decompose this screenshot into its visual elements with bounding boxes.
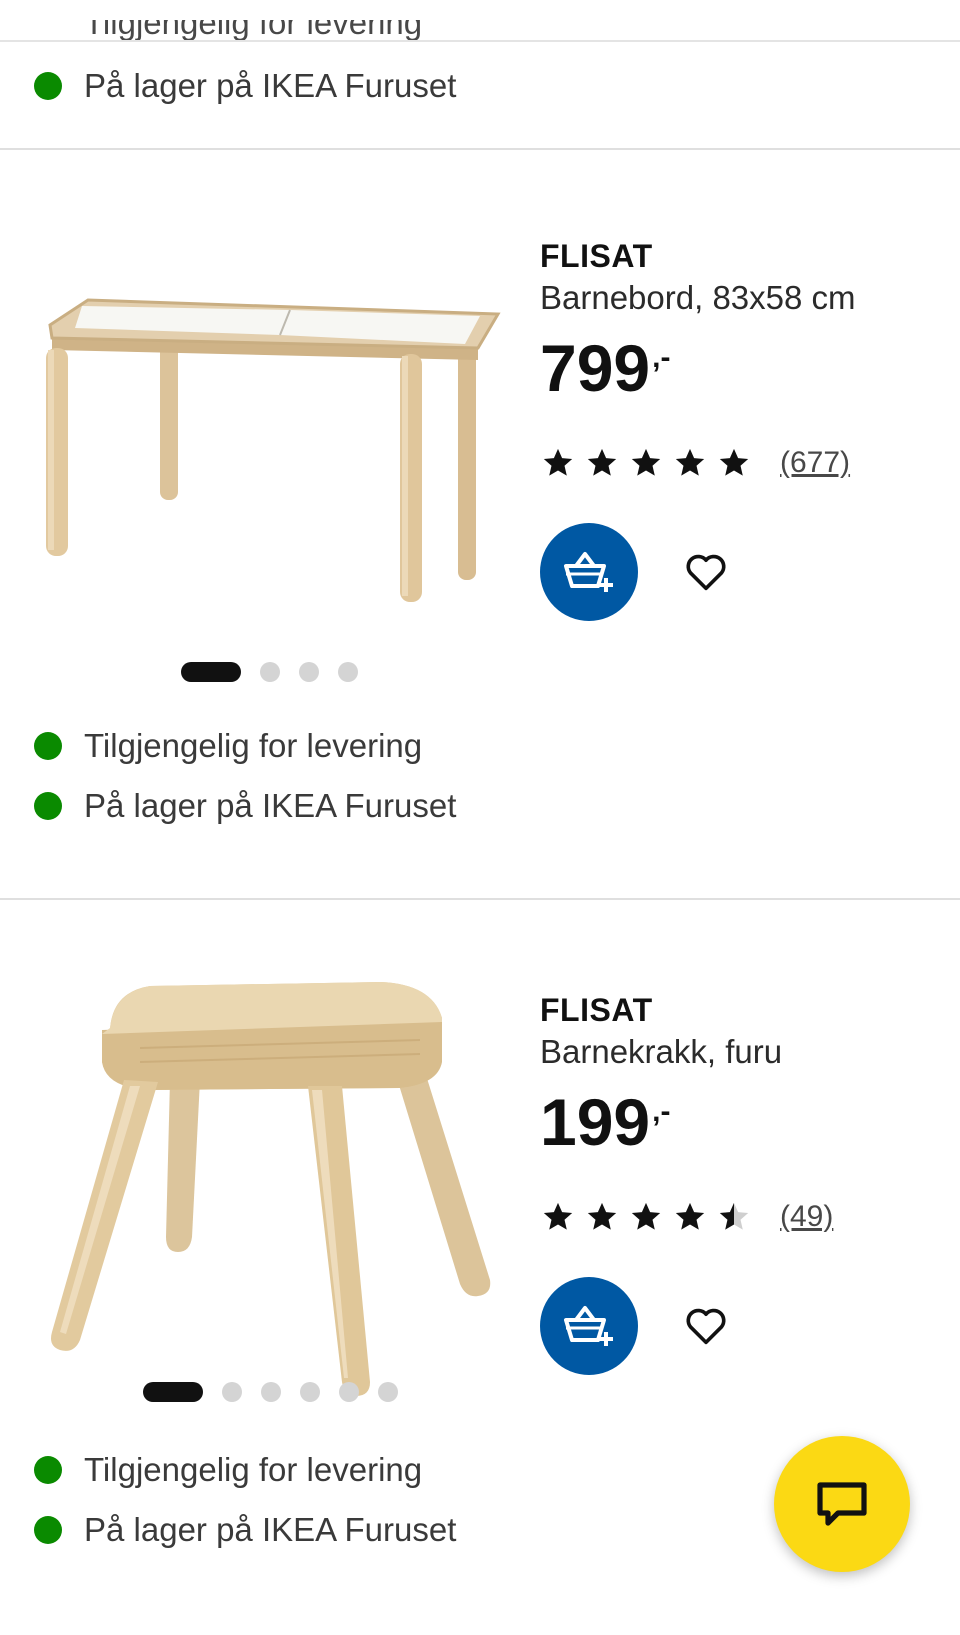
- star-full-icon: [631, 448, 661, 476]
- star-full-icon: [631, 1202, 661, 1230]
- add-to-cart-button[interactable]: [540, 523, 638, 621]
- product-brand[interactable]: FLISAT: [540, 992, 940, 1029]
- price-value: 199: [540, 1085, 651, 1159]
- availability-store-text: På lager på IKEA Furuset: [84, 787, 457, 824]
- add-to-cart-icon: [564, 1306, 613, 1346]
- availability-delivery-clipped: Tilgjengelig for levering: [84, 20, 423, 40]
- product-price: 199 ,-: [540, 1089, 940, 1155]
- price-suffix: ,-: [652, 341, 671, 374]
- review-count-link[interactable]: (49): [780, 1200, 833, 1234]
- carousel-dot[interactable]: [300, 1382, 320, 1402]
- add-to-cart-icon: [564, 552, 613, 592]
- price-value: 799: [540, 331, 651, 405]
- availability-store-text: På lager på IKEA Furuset: [84, 1511, 457, 1548]
- carousel-dot[interactable]: [378, 1382, 398, 1402]
- carousel-dot[interactable]: [339, 1382, 359, 1402]
- divider: [0, 40, 960, 42]
- product-price: 799 ,-: [540, 335, 940, 401]
- rating-stars: [540, 446, 760, 480]
- in-stock-dot-icon: [34, 1516, 62, 1544]
- rating-stars: [540, 1200, 760, 1234]
- product-card[interactable]: FLISAT Barnebord, 83x58 cm 799 ,- (677): [0, 150, 960, 900]
- heart-icon: [686, 1308, 726, 1345]
- star-full-icon: [719, 448, 749, 476]
- product-rating[interactable]: (49): [540, 1197, 940, 1237]
- product-card-previous: Tilgjengelig for levering På lager på IK…: [0, 0, 960, 150]
- add-to-cart-button[interactable]: [540, 1277, 638, 1375]
- add-to-favourites-button[interactable]: [678, 544, 734, 600]
- product-rating[interactable]: (677): [540, 443, 940, 483]
- product-description[interactable]: Barnebord, 83x58 cm: [540, 279, 940, 317]
- star-full-icon: [543, 1202, 573, 1230]
- child-stool-image[interactable]: [40, 962, 500, 1402]
- availability-delivery-row: Tilgjengelig for levering: [34, 1450, 422, 1490]
- in-stock-dot-icon: [34, 72, 62, 100]
- product-info: FLISAT Barnekrakk, furu 199 ,- (49): [540, 992, 940, 1375]
- carousel-dot-active[interactable]: [181, 662, 241, 682]
- availability-store-row: På lager på IKEA Furuset: [34, 66, 456, 106]
- in-stock-dot-icon: [34, 1456, 62, 1484]
- availability-delivery-text: Tilgjengelig for levering: [84, 1451, 423, 1488]
- star-full-icon: [587, 1202, 617, 1230]
- availability-store-row: På lager på IKEA Furuset: [34, 786, 456, 826]
- product-description[interactable]: Barnekrakk, furu: [540, 1033, 940, 1071]
- availability-store-text: På lager på IKEA Furuset: [84, 67, 457, 104]
- add-to-favourites-button[interactable]: [678, 1298, 734, 1354]
- product-info: FLISAT Barnebord, 83x58 cm 799 ,- (677): [540, 238, 940, 621]
- carousel-dot[interactable]: [260, 662, 280, 682]
- star-full-icon: [543, 448, 573, 476]
- star-full-icon: [675, 448, 705, 476]
- in-stock-dot-icon: [34, 792, 62, 820]
- child-table-image[interactable]: [40, 250, 510, 660]
- carousel-dot-active[interactable]: [143, 1382, 203, 1402]
- chat-icon: [817, 1482, 867, 1526]
- carousel-dot[interactable]: [299, 662, 319, 682]
- carousel-dot[interactable]: [338, 662, 358, 682]
- chat-button[interactable]: [774, 1436, 910, 1572]
- image-carousel-dots[interactable]: [143, 1382, 417, 1402]
- carousel-dot[interactable]: [261, 1382, 281, 1402]
- product-brand[interactable]: FLISAT: [540, 238, 940, 275]
- availability-delivery-row: Tilgjengelig for levering: [34, 726, 422, 766]
- star-half-icon: [719, 1202, 749, 1230]
- availability-delivery-text: Tilgjengelig for levering: [84, 727, 423, 764]
- star-full-icon: [675, 1202, 705, 1230]
- heart-icon: [686, 554, 726, 591]
- product-actions: [540, 523, 940, 621]
- product-list-page: Tilgjengelig for levering På lager på IK…: [0, 0, 960, 1635]
- product-actions: [540, 1277, 940, 1375]
- price-suffix: ,-: [652, 1095, 671, 1128]
- in-stock-dot-icon: [34, 732, 62, 760]
- star-full-icon: [587, 448, 617, 476]
- availability-store-row: På lager på IKEA Furuset: [34, 1510, 456, 1550]
- carousel-dot[interactable]: [222, 1382, 242, 1402]
- image-carousel-dots[interactable]: [181, 662, 377, 682]
- review-count-link[interactable]: (677): [780, 446, 850, 480]
